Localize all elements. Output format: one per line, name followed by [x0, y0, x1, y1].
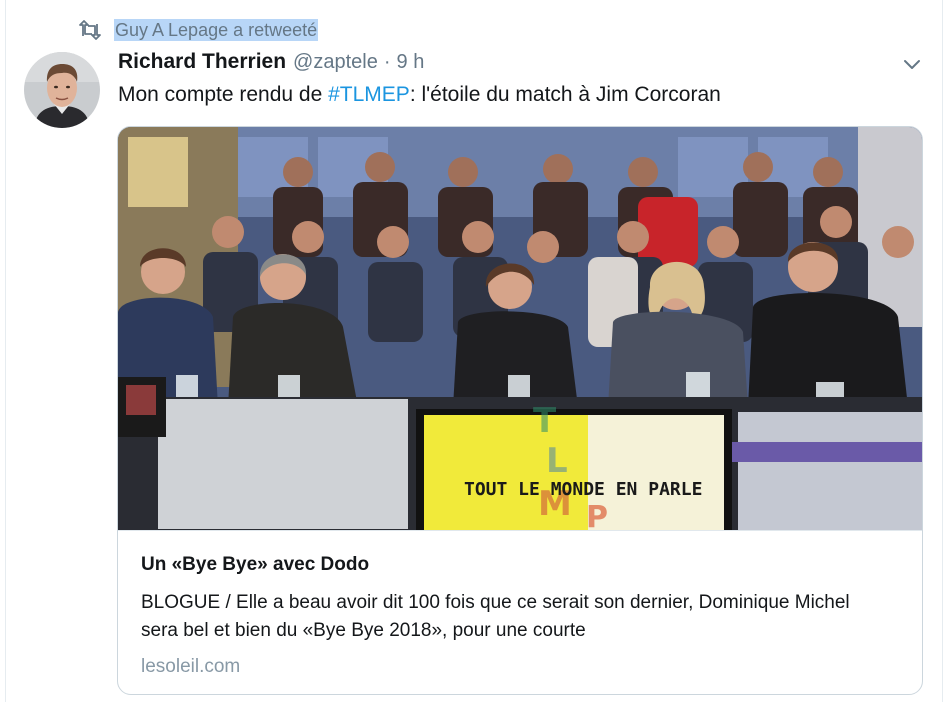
avatar[interactable] — [24, 52, 100, 128]
svg-text:L: L — [546, 441, 568, 481]
svg-text:T: T — [533, 401, 557, 441]
retweet-context: Guy A Lepage a retweeté — [78, 18, 319, 42]
card-title: Un «Bye Bye» avec Dodo — [141, 554, 370, 575]
tweet-text-before: Mon compte rendu de — [118, 83, 329, 106]
card-domain: lesoleil.com — [141, 656, 241, 677]
tweet-timestamp[interactable]: 9 h — [397, 51, 425, 74]
tweet-text: Mon compte rendu de #TLMEP: l'étoile du … — [118, 83, 721, 107]
tlmep-sign-text: TOUT LE MONDE EN PARLE — [464, 479, 702, 500]
retweeter-link[interactable]: Guy A Lepage a retweeté — [114, 19, 319, 41]
avatar-image — [24, 52, 100, 128]
hashtag-link[interactable]: #TLMEP — [328, 83, 410, 106]
tweet-header: Richard Therrien @zaptele · 9 h — [118, 50, 424, 74]
author-name[interactable]: Richard Therrien — [118, 50, 286, 74]
link-card[interactable]: T L M P TOUT LE MONDE EN PARLE Un «Bye B… — [117, 126, 923, 695]
svg-text:P: P — [586, 500, 608, 530]
retweet-icon — [79, 20, 101, 40]
card-description: BLOGUE / Elle a beau avoir dit 100 fois … — [141, 592, 850, 641]
tweet-text-after: : l'étoile du match à Jim Corcoran — [409, 83, 721, 106]
chevron-down-icon[interactable] — [902, 56, 922, 72]
card-image[interactable]: T L M P TOUT LE MONDE EN PARLE — [118, 127, 922, 530]
author-handle[interactable]: @zaptele — [293, 51, 378, 74]
card-body[interactable]: Un «Bye Bye» avec Dodo BLOGUE / Elle a b… — [118, 530, 922, 694]
header-separator: · — [383, 51, 391, 73]
